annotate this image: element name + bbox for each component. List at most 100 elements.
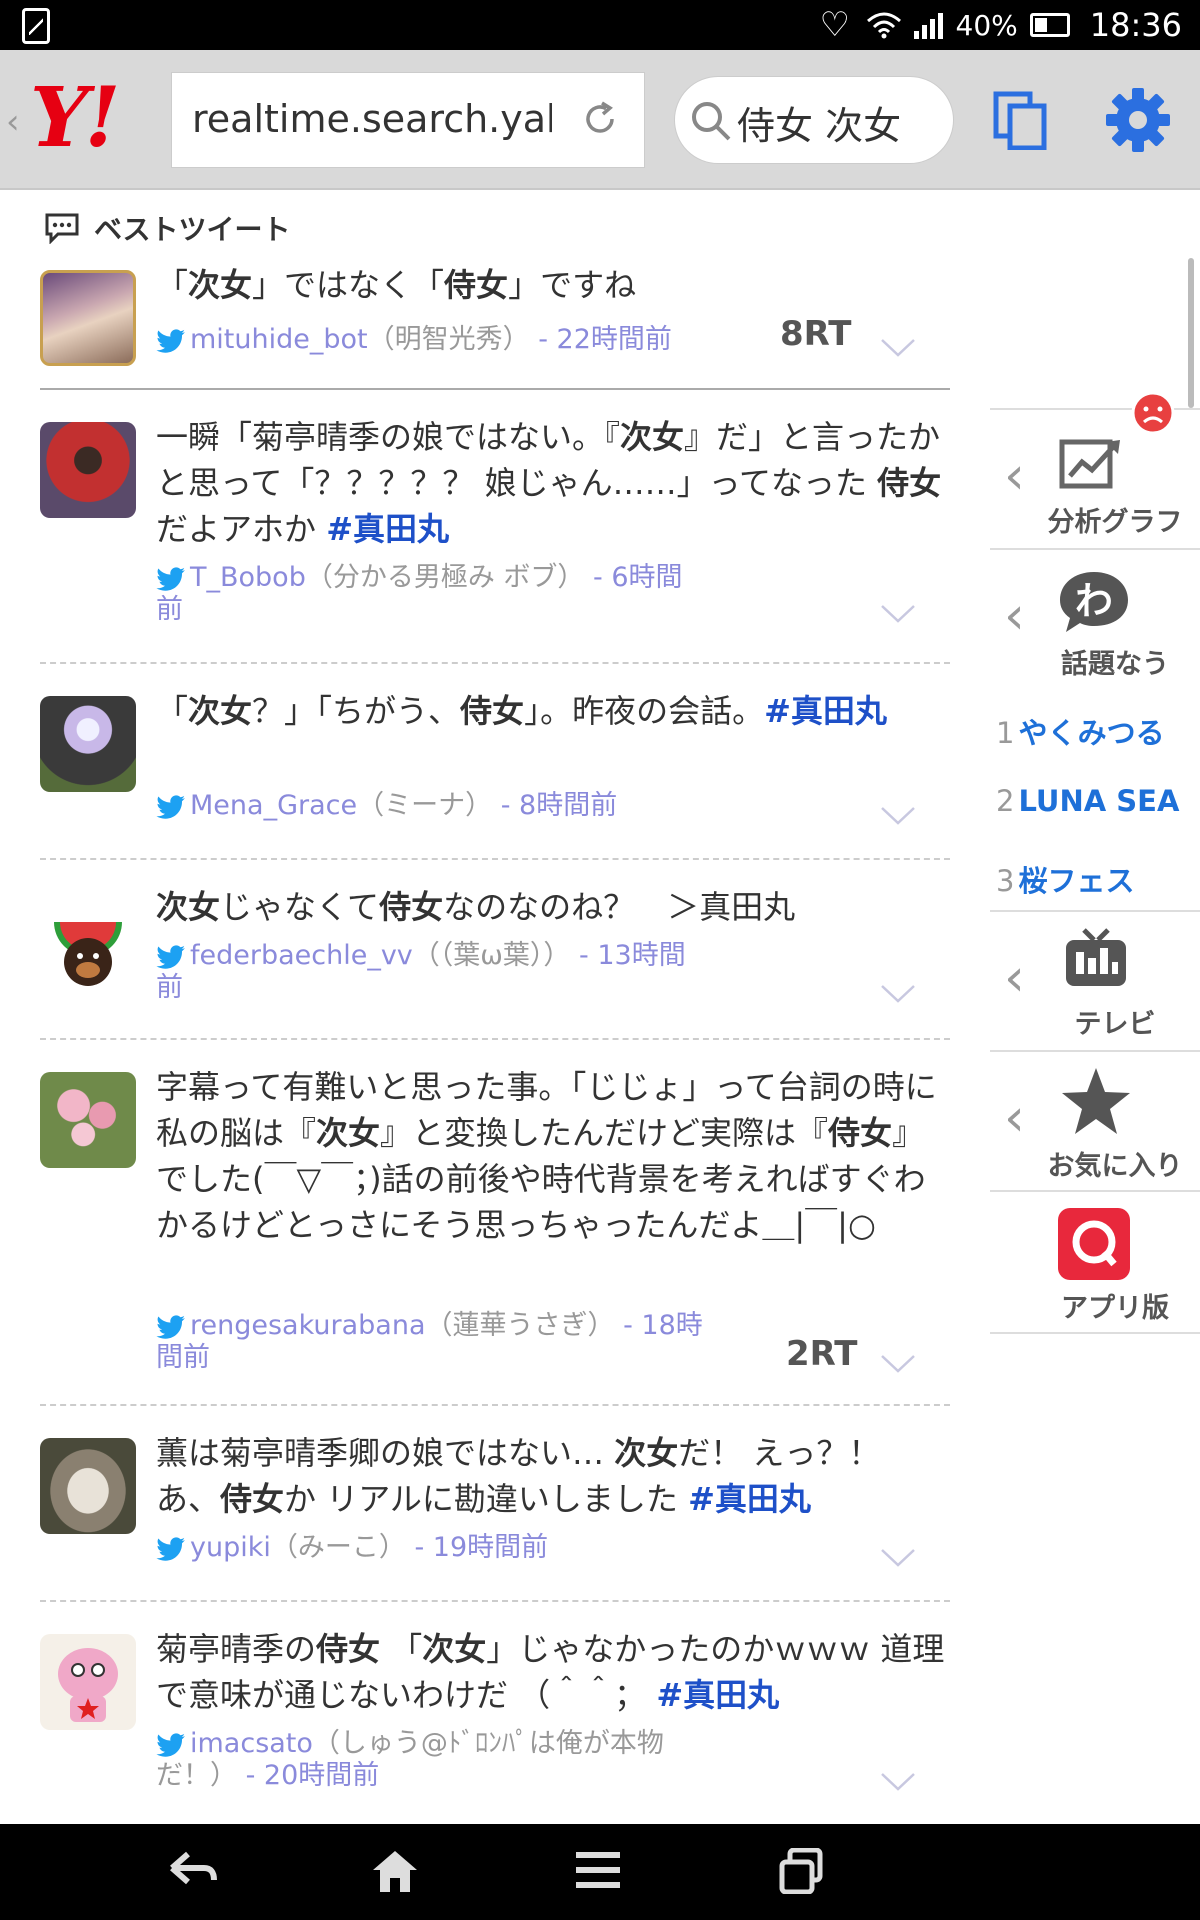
analysis-graph-label: 分析グラフ xyxy=(1047,507,1183,538)
user-name[interactable]: （明智光秀） xyxy=(368,324,530,355)
url-text[interactable]: realtime.search.yah… xyxy=(192,97,552,141)
chevron-down-icon[interactable] xyxy=(880,604,916,624)
user-id[interactable]: Mena_Grace xyxy=(190,790,357,821)
chevron-left-icon[interactable]: ‹ xyxy=(1004,450,1025,502)
tweet-meta: imacsato（しゅう@ﾄﾞﾛﾝﾊﾟは俺が本物だ！） - 20時間前 xyxy=(156,1728,696,1792)
user-id[interactable]: federbaechle_vv xyxy=(190,940,413,971)
user-name[interactable]: （分かる男極み ボブ） xyxy=(306,562,585,593)
trending-now-label: 話題なう xyxy=(1061,649,1169,680)
app-version-label: アプリ版 xyxy=(1061,1293,1169,1324)
trending-now-section[interactable]: ‹ わ 話題なう 1 やくみつる 2 LUNA SEA 3 桜フェス xyxy=(990,548,1200,898)
best-tweet-header: ベストツイート xyxy=(44,208,291,248)
chevron-down-icon[interactable] xyxy=(880,806,916,826)
chevron-down-icon[interactable] xyxy=(880,1772,916,1792)
chevron-left-icon[interactable]: ‹ xyxy=(1004,952,1025,1004)
favorites-button[interactable]: ‹ お気に入り xyxy=(990,1050,1200,1190)
twitter-bird-icon xyxy=(156,1536,185,1561)
search-query[interactable]: 侍女 次女 xyxy=(737,95,901,150)
reload-icon[interactable] xyxy=(580,99,620,139)
tv-button[interactable]: ‹ テレビ xyxy=(990,910,1200,1050)
system-nav-bar xyxy=(0,1824,1200,1920)
tweet-text: 「次女？」「ちがう、侍女」。昨夜の会話。#真田丸 xyxy=(156,692,887,730)
chevron-down-icon[interactable] xyxy=(880,1548,916,1568)
twitter-bird-icon xyxy=(156,1732,185,1757)
retweet-count[interactable]: 8RT xyxy=(780,314,852,354)
tweet-text: 菊亭晴季の侍女 「次女」じゃなかったのかｗｗｗ 道理で意味が通じないわけだ （＾… xyxy=(156,1630,945,1714)
avatar[interactable] xyxy=(40,1072,136,1168)
chevron-down-icon[interactable] xyxy=(880,1354,916,1374)
trend-rank: 1 xyxy=(996,716,1015,750)
chevron-down-icon[interactable] xyxy=(880,984,916,1004)
speech-bubble-icon xyxy=(45,213,79,244)
divider xyxy=(40,388,950,390)
wifi-icon xyxy=(866,12,901,39)
tweet-time[interactable]: - 19時間前 xyxy=(414,1532,548,1563)
status-icons: 40% 18:36 xyxy=(820,6,1182,44)
twitter-bird-icon xyxy=(156,794,185,819)
avatar[interactable] xyxy=(40,1438,136,1534)
divider xyxy=(40,858,950,860)
tweet-time[interactable]: - 20時間前 xyxy=(246,1760,380,1791)
user-id[interactable]: imacsato xyxy=(190,1728,313,1759)
tweet-meta: federbaechle_vv（（葉ω葉）） - 13時間前 xyxy=(156,940,696,1004)
retweet-count[interactable]: 2RT xyxy=(786,1334,858,1374)
chevron-left-icon[interactable]: ‹ xyxy=(1004,590,1025,642)
url-bar[interactable]: realtime.search.yah… xyxy=(171,72,645,168)
user-name[interactable]: （蓮華うさぎ） xyxy=(426,1310,615,1341)
avatar[interactable] xyxy=(40,422,136,518)
trend-graph-icon xyxy=(1059,439,1120,489)
back-chevron-icon[interactable]: ‹ xyxy=(6,102,20,142)
trend-text[interactable]: LUNA SEA xyxy=(1018,784,1179,818)
best-tweet-title: ベストツイート xyxy=(94,213,291,246)
avatar[interactable] xyxy=(40,270,136,366)
trend-text[interactable]: 桜フェス xyxy=(1018,864,1134,898)
divider xyxy=(40,1038,950,1040)
twitter-bird-icon xyxy=(156,566,185,591)
avatar[interactable] xyxy=(40,892,136,988)
trend-text[interactable]: やくみつる xyxy=(1018,716,1164,750)
avatar[interactable] xyxy=(40,696,136,792)
user-id[interactable]: T_Bobob xyxy=(190,562,306,593)
avatar[interactable] xyxy=(40,1634,136,1730)
menu-icon[interactable] xyxy=(574,1848,622,1892)
user-name[interactable]: （みーこ） xyxy=(271,1532,406,1563)
app-version-button[interactable]: アプリ版 xyxy=(990,1190,1200,1334)
user-name[interactable]: （ミーナ） xyxy=(357,790,492,821)
trend-item[interactable]: 1 やくみつる xyxy=(996,710,1165,752)
divider xyxy=(40,662,950,664)
tweet-text: 字幕って有難いと思った事。「じじょ」って台詞の時に私の脳は『次女』と変換したんだ… xyxy=(156,1068,937,1244)
tweet-meta: T_Bobob（分かる男極み ボブ） - 6時間前 xyxy=(156,562,696,626)
search-box[interactable]: 侍女 次女 xyxy=(674,76,954,164)
user-name[interactable]: （（葉ω葉）） xyxy=(413,940,571,971)
browser-toolbar: ‹ Y! realtime.search.yah… 侍女 次女 xyxy=(0,50,1200,190)
trend-item[interactable]: 2 LUNA SEA xyxy=(996,784,1179,818)
status-bar: 40% 18:36 xyxy=(0,0,1200,50)
gear-icon[interactable] xyxy=(1104,86,1172,154)
chevron-left-icon[interactable]: ‹ xyxy=(1004,1092,1025,1144)
app-q-icon xyxy=(1058,1208,1130,1280)
scrollbar[interactable] xyxy=(1188,258,1194,408)
recent-apps-icon[interactable] xyxy=(778,1848,824,1894)
tweet-meta: yupiki（みーこ） - 19時間前 xyxy=(156,1532,716,1564)
trend-rank: 3 xyxy=(996,864,1015,898)
chevron-down-icon[interactable] xyxy=(880,338,916,358)
trend-item[interactable]: 3 桜フェス xyxy=(996,858,1134,900)
tweet-time[interactable]: - 22時間前 xyxy=(538,324,672,355)
tv-label: テレビ xyxy=(1074,1009,1156,1040)
side-menu: ‹ 分析グラフ ‹ わ 話題なう 1 やくみつる 2 LUNA SEA 3 桜フェス … xyxy=(990,192,1200,1824)
tweet-time[interactable]: - 8時間前 xyxy=(501,790,618,821)
back-icon[interactable] xyxy=(168,1848,218,1892)
user-id[interactable]: mituhide_bot xyxy=(190,324,368,355)
tweet-text: 一瞬「菊亭晴季の娘ではない。『次女』だ」と言ったかと思って「？？？？？ 娘じゃん… xyxy=(156,418,942,548)
signal-icon xyxy=(913,11,944,39)
analysis-graph-button[interactable]: ‹ 分析グラフ xyxy=(990,391,1200,548)
user-id[interactable]: rengesakurabana xyxy=(190,1310,426,1341)
tweet-text: 「次女」ではなく「侍女」ですね xyxy=(156,266,637,304)
yahoo-logo[interactable]: Y! xyxy=(30,77,121,159)
battery-percent: 40% xyxy=(955,8,1018,42)
home-icon[interactable] xyxy=(370,1848,420,1894)
trend-rank: 2 xyxy=(996,784,1015,818)
clock: 18:36 xyxy=(1089,6,1182,44)
tabs-icon[interactable] xyxy=(992,90,1048,150)
user-id[interactable]: yupiki xyxy=(190,1532,271,1563)
